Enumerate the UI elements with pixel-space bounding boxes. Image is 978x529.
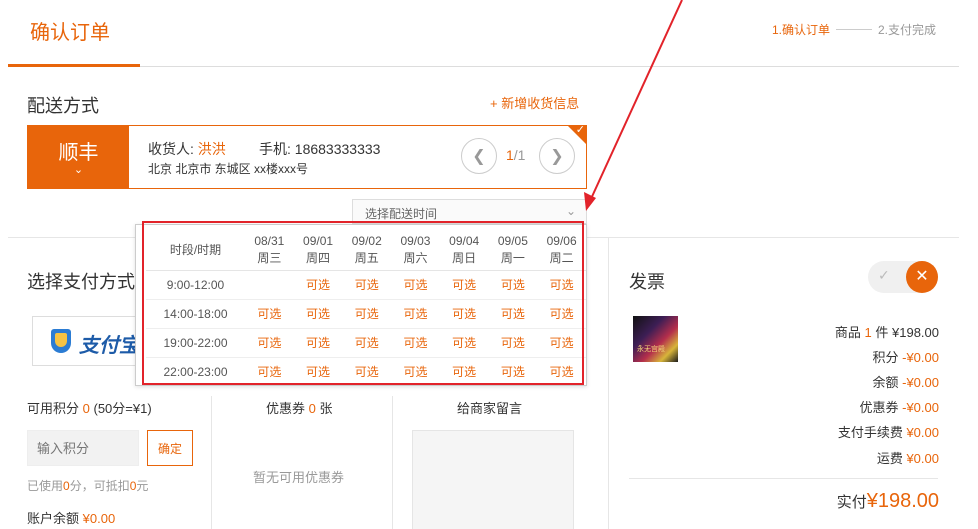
annotation-arrow-icon: [584, 0, 683, 211]
